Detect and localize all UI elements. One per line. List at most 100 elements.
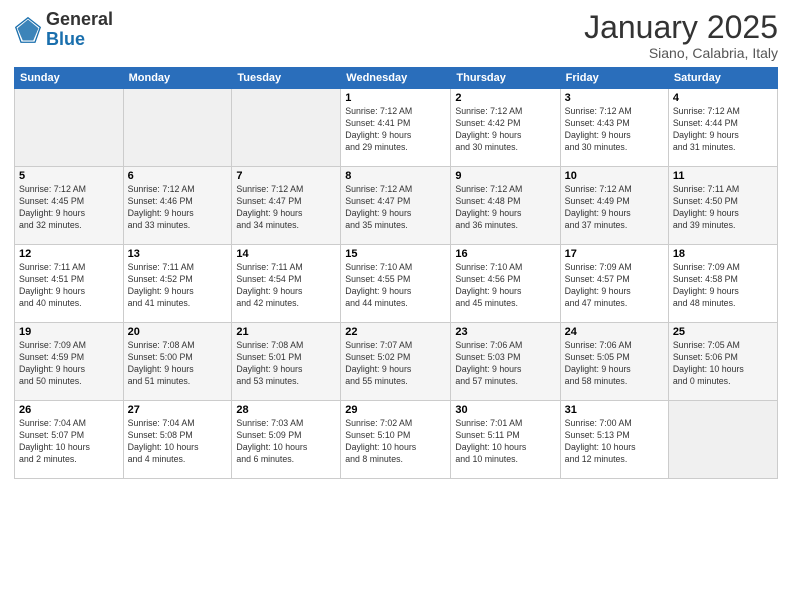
day-number: 4 [673,92,773,104]
day-info: Sunrise: 7:07 AM Sunset: 5:02 PM Dayligh… [345,340,446,388]
day-number: 13 [128,248,228,260]
day-info: Sunrise: 7:12 AM Sunset: 4:44 PM Dayligh… [673,106,773,154]
day-number: 7 [236,170,336,182]
week-row-2: 5Sunrise: 7:12 AM Sunset: 4:45 PM Daylig… [15,167,778,245]
day-info: Sunrise: 7:12 AM Sunset: 4:47 PM Dayligh… [345,184,446,232]
day-number: 21 [236,326,336,338]
calendar-cell: 10 Sunrise: 7:12 AM Sunset: 4:49 PM Dayli… [560,167,668,245]
day-info: Sunrise: 7:05 AM Sunset: 5:06 PM Dayligh… [673,340,773,388]
page: General Blue January 2025 Siano, Calabri… [0,0,792,612]
month-title: January 2025 [584,10,778,45]
calendar-cell: 31 Sunrise: 7:00 AM Sunset: 5:13 PM Dayli… [560,401,668,479]
week-row-4: 19Sunrise: 7:09 AM Sunset: 4:59 PM Dayli… [15,323,778,401]
day-number: 16 [455,248,555,260]
calendar-cell: 27 Sunrise: 7:04 AM Sunset: 5:08 PM Dayli… [123,401,232,479]
day-info: Sunrise: 7:08 AM Sunset: 5:01 PM Dayligh… [236,340,336,388]
calendar-cell: 8 Sunrise: 7:12 AM Sunset: 4:47 PM Daylig… [341,167,451,245]
weekday-header-monday: Monday [123,68,232,89]
week-row-5: 26 Sunrise: 7:04 AM Sunset: 5:07 PM Dayli… [15,401,778,479]
day-number: 23 [455,326,555,338]
day-number: 3 [565,92,664,104]
day-number: 27 [128,404,228,416]
calendar-cell: 24Sunrise: 7:06 AM Sunset: 5:05 PM Dayli… [560,323,668,401]
weekday-header-sunday: Sunday [15,68,124,89]
day-info: Sunrise: 7:12 AM Sunset: 4:49 PM Dayligh… [565,184,664,232]
calendar-cell: 20 Sunrise: 7:08 AM Sunset: 5:00 PM Dayli… [123,323,232,401]
calendar-cell: 19Sunrise: 7:09 AM Sunset: 4:59 PM Dayli… [15,323,124,401]
day-info: Sunrise: 7:04 AM Sunset: 5:08 PM Dayligh… [128,418,228,466]
logo-icon [14,16,42,44]
weekday-header-saturday: Saturday [668,68,777,89]
location-subtitle: Siano, Calabria, Italy [584,45,778,61]
calendar-cell: 3 Sunrise: 7:12 AM Sunset: 4:43 PM Daylig… [560,89,668,167]
weekday-header-row: SundayMondayTuesdayWednesdayThursdayFrid… [15,68,778,89]
calendar-cell: 12 Sunrise: 7:11 AM Sunset: 4:51 PM Dayli… [15,245,124,323]
day-info: Sunrise: 7:11 AM Sunset: 4:51 PM Dayligh… [19,262,119,310]
calendar-cell: 25 Sunrise: 7:05 AM Sunset: 5:06 PM Dayli… [668,323,777,401]
week-row-1: 1 Sunrise: 7:12 AM Sunset: 4:41 PM Daylig… [15,89,778,167]
day-number: 6 [128,170,228,182]
calendar-cell: 23 Sunrise: 7:06 AM Sunset: 5:03 PM Dayli… [451,323,560,401]
calendar-cell: 28 Sunrise: 7:03 AM Sunset: 5:09 PM Dayli… [232,401,341,479]
day-number: 15 [345,248,446,260]
day-info: Sunrise: 7:09 AM Sunset: 4:58 PM Dayligh… [673,262,773,310]
calendar-cell: 9 Sunrise: 7:12 AM Sunset: 4:48 PM Daylig… [451,167,560,245]
calendar-cell: 30 Sunrise: 7:01 AM Sunset: 5:11 PM Dayli… [451,401,560,479]
week-row-3: 12 Sunrise: 7:11 AM Sunset: 4:51 PM Dayli… [15,245,778,323]
day-number: 14 [236,248,336,260]
calendar-cell [15,89,124,167]
day-number: 12 [19,248,119,260]
day-info: Sunrise: 7:12 AM Sunset: 4:41 PM Dayligh… [345,106,446,154]
calendar-cell [668,401,777,479]
day-number: 26 [19,404,119,416]
weekday-header-tuesday: Tuesday [232,68,341,89]
day-number: 25 [673,326,773,338]
day-info: Sunrise: 7:12 AM Sunset: 4:45 PM Dayligh… [19,184,119,232]
day-info: Sunrise: 7:04 AM Sunset: 5:07 PM Dayligh… [19,418,119,466]
calendar-cell [232,89,341,167]
day-info: Sunrise: 7:12 AM Sunset: 4:48 PM Dayligh… [455,184,555,232]
day-number: 31 [565,404,664,416]
day-number: 29 [345,404,446,416]
day-info: Sunrise: 7:10 AM Sunset: 4:56 PM Dayligh… [455,262,555,310]
day-number: 8 [345,170,446,182]
header: General Blue January 2025 Siano, Calabri… [14,10,778,61]
day-number: 9 [455,170,555,182]
day-info: Sunrise: 7:01 AM Sunset: 5:11 PM Dayligh… [455,418,555,466]
day-info: Sunrise: 7:03 AM Sunset: 5:09 PM Dayligh… [236,418,336,466]
day-number: 17 [565,248,664,260]
day-number: 22 [345,326,446,338]
logo: General Blue [14,10,113,50]
calendar-cell [123,89,232,167]
day-number: 18 [673,248,773,260]
day-number: 20 [128,326,228,338]
day-info: Sunrise: 7:11 AM Sunset: 4:50 PM Dayligh… [673,184,773,232]
day-number: 11 [673,170,773,182]
day-number: 28 [236,404,336,416]
calendar-cell: 13 Sunrise: 7:11 AM Sunset: 4:52 PM Dayli… [123,245,232,323]
calendar-cell: 14Sunrise: 7:11 AM Sunset: 4:54 PM Dayli… [232,245,341,323]
day-info: Sunrise: 7:09 AM Sunset: 4:59 PM Dayligh… [19,340,119,388]
day-info: Sunrise: 7:11 AM Sunset: 4:52 PM Dayligh… [128,262,228,310]
calendar-table: SundayMondayTuesdayWednesdayThursdayFrid… [14,67,778,479]
day-info: Sunrise: 7:06 AM Sunset: 5:03 PM Dayligh… [455,340,555,388]
calendar-cell: 16 Sunrise: 7:10 AM Sunset: 4:56 PM Dayli… [451,245,560,323]
calendar-cell: 18 Sunrise: 7:09 AM Sunset: 4:58 PM Dayli… [668,245,777,323]
calendar-cell: 26 Sunrise: 7:04 AM Sunset: 5:07 PM Dayli… [15,401,124,479]
calendar-cell: 6 Sunrise: 7:12 AM Sunset: 4:46 PM Daylig… [123,167,232,245]
day-number: 1 [345,92,446,104]
day-info: Sunrise: 7:12 AM Sunset: 4:46 PM Dayligh… [128,184,228,232]
calendar-cell: 2Sunrise: 7:12 AM Sunset: 4:42 PM Daylig… [451,89,560,167]
day-number: 10 [565,170,664,182]
day-info: Sunrise: 7:06 AM Sunset: 5:05 PM Dayligh… [565,340,664,388]
day-info: Sunrise: 7:12 AM Sunset: 4:43 PM Dayligh… [565,106,664,154]
day-info: Sunrise: 7:02 AM Sunset: 5:10 PM Dayligh… [345,418,446,466]
calendar-cell: 21 Sunrise: 7:08 AM Sunset: 5:01 PM Dayli… [232,323,341,401]
day-number: 30 [455,404,555,416]
logo-general: General [46,9,113,29]
day-info: Sunrise: 7:00 AM Sunset: 5:13 PM Dayligh… [565,418,664,466]
calendar-cell: 29 Sunrise: 7:02 AM Sunset: 5:10 PM Dayli… [341,401,451,479]
weekday-header-thursday: Thursday [451,68,560,89]
day-info: Sunrise: 7:08 AM Sunset: 5:00 PM Dayligh… [128,340,228,388]
day-info: Sunrise: 7:10 AM Sunset: 4:55 PM Dayligh… [345,262,446,310]
